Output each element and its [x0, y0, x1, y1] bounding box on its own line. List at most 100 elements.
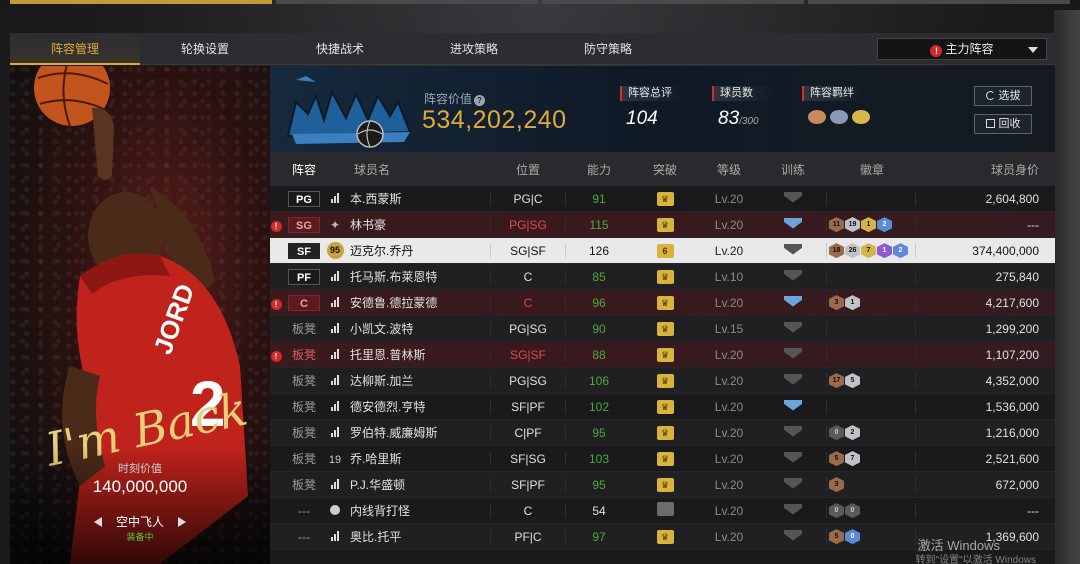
- tab-quick-tactics[interactable]: 快捷战术: [270, 33, 410, 65]
- table-row[interactable]: 板凳 德安德烈.亨特 SF|PF 102 ♛ Lv.20 1,536,000: [270, 394, 1055, 420]
- table-row[interactable]: 板凳 罗伯特.威廉姆斯 C|PF 95 ♛ Lv.20 0 2 1,216,000: [270, 420, 1055, 446]
- breakthrough-cell[interactable]: ♛: [632, 321, 698, 336]
- badges-cell[interactable]: 11 19 1 2: [826, 216, 916, 233]
- badges-cell[interactable]: [826, 321, 916, 336]
- table-row[interactable]: 板凳 P.J.华盛顿 SF|PF 95 ♛ Lv.20 3 672,000: [270, 472, 1055, 498]
- training-cell[interactable]: [760, 529, 826, 544]
- breakthrough-cell[interactable]: ♛: [632, 347, 698, 362]
- badges-cell[interactable]: 3: [826, 476, 916, 493]
- player-name[interactable]: 德安德烈.亨特: [344, 398, 490, 415]
- table-row[interactable]: 板凳 小凯文.波特 PG|SG 90 ♛ Lv.15 1,299,200: [270, 316, 1055, 342]
- breakthrough-cell[interactable]: ♛: [632, 425, 698, 440]
- training-cell[interactable]: [760, 321, 826, 336]
- breakthrough-cell[interactable]: [632, 502, 698, 519]
- header-badges[interactable]: 徽章: [826, 161, 916, 178]
- player-card[interactable]: JORD 2 I'm Back 时刻价值 140,000,000 空中飞人 装备…: [10, 66, 270, 564]
- player-name[interactable]: 托马斯.布莱恩特: [344, 268, 490, 285]
- badges-cell[interactable]: [826, 399, 916, 414]
- badges-cell[interactable]: 17 5: [826, 372, 916, 389]
- badges-cell[interactable]: 02: [826, 424, 916, 441]
- badges-cell[interactable]: 31: [826, 294, 916, 311]
- crown-icon: ♛: [656, 270, 674, 284]
- training-cell[interactable]: [760, 425, 826, 440]
- breakthrough-cell[interactable]: ♛: [632, 477, 698, 492]
- table-row[interactable]: PF 托马斯.布莱恩特 C 85 ♛ Lv.10 275,840: [270, 264, 1055, 290]
- breakthrough-level: 6: [656, 244, 674, 258]
- player-name[interactable]: 小凯文.波特: [344, 320, 490, 337]
- breakthrough-cell[interactable]: ♛: [632, 399, 698, 414]
- training-cell[interactable]: [760, 477, 826, 492]
- tab-rotation[interactable]: 轮换设置: [140, 33, 270, 65]
- training-cell[interactable]: [760, 243, 826, 258]
- breakthrough-cell[interactable]: ♛: [632, 217, 698, 232]
- breakthrough-cell[interactable]: 6: [632, 243, 698, 258]
- training-cell[interactable]: [760, 503, 826, 518]
- player-name[interactable]: 内线背打怪: [344, 502, 490, 519]
- header-training[interactable]: 训练: [760, 161, 826, 178]
- badges-cell[interactable]: 18 26 7 1 2: [826, 242, 916, 259]
- player-type-cell: [326, 400, 344, 414]
- player-name[interactable]: 林书豪: [344, 216, 490, 233]
- player-name[interactable]: 安德鲁.德拉蒙德: [344, 294, 490, 311]
- chemistry-icons[interactable]: [808, 110, 870, 124]
- player-name[interactable]: 本.西蒙斯: [344, 190, 490, 207]
- tab-offense[interactable]: 进攻策略: [410, 33, 538, 65]
- table-row[interactable]: ! SG ✦ 林书豪 PG|SG 115 ♛ Lv.20 11 19 1 2 ---: [270, 212, 1055, 238]
- badges-cell[interactable]: [826, 191, 916, 206]
- table-row[interactable]: SF 95 迈克尔.乔丹 SG|SF 126 6 Lv.20 18 26 7 1 2 374,400,0…: [270, 238, 1055, 264]
- badge-icon: 3: [829, 477, 844, 493]
- header-worth[interactable]: 球员身价: [916, 161, 1055, 178]
- badges-cell[interactable]: 57: [826, 450, 916, 467]
- player-name[interactable]: 迈克尔.乔丹: [344, 242, 490, 259]
- header-ability[interactable]: 能力: [566, 161, 632, 178]
- bars-icon: [331, 478, 339, 489]
- training-cell[interactable]: [760, 451, 826, 466]
- breakthrough-cell[interactable]: ♛: [632, 451, 698, 466]
- player-name[interactable]: 托里恩.普林斯: [344, 346, 490, 363]
- breakthrough-cell[interactable]: ♛: [632, 269, 698, 284]
- next-arrow-icon[interactable]: [178, 516, 186, 527]
- player-name[interactable]: 达柳斯.加兰: [344, 372, 490, 389]
- help-icon[interactable]: ?: [474, 95, 486, 106]
- player-worth: ---: [1027, 503, 1039, 518]
- header-breakthrough[interactable]: 突破: [632, 161, 698, 178]
- badges-cell[interactable]: 50: [826, 528, 916, 545]
- prev-arrow-icon[interactable]: [93, 516, 102, 527]
- badges-cell[interactable]: 00: [826, 502, 916, 519]
- table-row[interactable]: --- 内线背打怪 C 54 Lv.20 0 0 ---: [270, 498, 1055, 524]
- table-row[interactable]: 板凳 19 乔.哈里斯 SF|SG 103 ♛ Lv.20 5 7 2,521,600: [270, 446, 1055, 472]
- breakthrough-cell[interactable]: ♛: [632, 373, 698, 388]
- training-cell[interactable]: [760, 269, 826, 284]
- badge-icon: 0: [829, 503, 844, 519]
- breakthrough-cell[interactable]: ♛: [632, 191, 698, 206]
- table-row[interactable]: 板凳 达柳斯.加兰 PG|SG 106 ♛ Lv.20 17 5 4,352,000: [270, 368, 1055, 394]
- player-name[interactable]: 乔.哈里斯: [344, 450, 490, 467]
- badges-cell[interactable]: [826, 269, 916, 284]
- breakthrough-cell[interactable]: ♛: [632, 295, 698, 310]
- header-name[interactable]: 球员名: [344, 161, 490, 178]
- header-role[interactable]: 阵容: [282, 161, 326, 178]
- player-name[interactable]: 罗伯特.威廉姆斯: [344, 424, 490, 441]
- training-cell[interactable]: [760, 217, 826, 232]
- player-name[interactable]: 奥比.托平: [344, 528, 490, 545]
- table-row[interactable]: ! C 安德鲁.德拉蒙德 C 96 ♛ Lv.20 3 1 4,217,600: [270, 290, 1055, 316]
- select-button[interactable]: 选拔: [974, 86, 1032, 106]
- table-row[interactable]: PG 本.西蒙斯 PG|C 91 ♛ Lv.20 2,604,800: [270, 186, 1055, 212]
- recycle-button[interactable]: 回收: [974, 114, 1032, 134]
- player-name[interactable]: P.J.华盛顿: [344, 476, 490, 493]
- training-cell[interactable]: [760, 373, 826, 388]
- badges-cell[interactable]: [826, 347, 916, 362]
- tab-defense[interactable]: 防守策略: [538, 33, 678, 65]
- header-level[interactable]: 等级: [698, 161, 760, 178]
- training-cell[interactable]: [760, 347, 826, 362]
- training-shield-icon: [784, 243, 802, 255]
- table-row[interactable]: ! 板凳 托里恩.普林斯 SG|SF 88 ♛ Lv.20 1,107,200: [270, 342, 1055, 368]
- training-cell[interactable]: [760, 399, 826, 414]
- lineup-select[interactable]: ! 主力阵容: [877, 38, 1047, 60]
- role-cell: ---: [282, 530, 326, 544]
- breakthrough-cell[interactable]: ♛: [632, 529, 698, 544]
- tab-lineup[interactable]: 阵容管理: [10, 32, 140, 65]
- header-position[interactable]: 位置: [490, 161, 566, 178]
- training-cell[interactable]: [760, 191, 826, 206]
- training-cell[interactable]: [760, 295, 826, 310]
